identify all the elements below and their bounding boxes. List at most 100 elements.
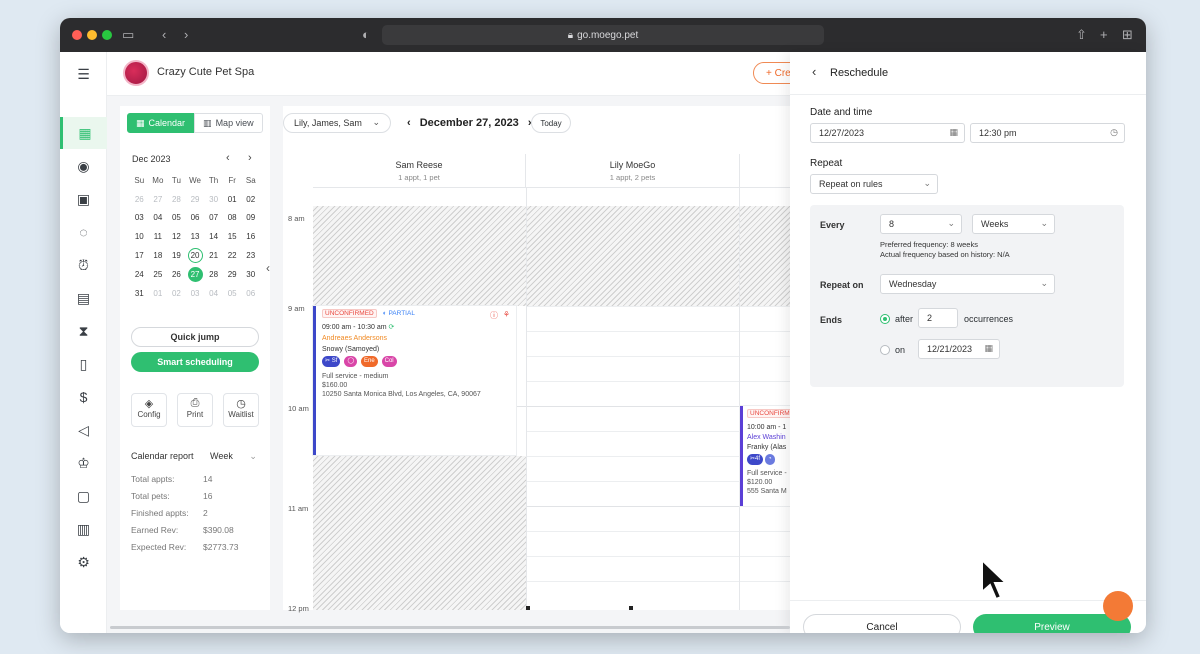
calendar-day[interactable]: 06 (241, 289, 260, 298)
calendar-day[interactable]: 10 (130, 232, 149, 241)
calendar-day[interactable]: 04 (204, 289, 223, 298)
menu-icon[interactable]: ☰ (60, 58, 107, 90)
reminders-nav-icon[interactable]: ⏰︎ (60, 249, 107, 281)
calendar-day[interactable]: 01 (223, 195, 242, 204)
calendar-day[interactable]: 08 (223, 213, 242, 222)
calendar-day[interactable]: 11 (149, 232, 168, 241)
calendar-day[interactable]: 31 (130, 289, 149, 298)
calendar-day[interactable]: 18 (149, 251, 168, 260)
payments-nav-icon[interactable]: $ (60, 381, 107, 413)
quick-jump-button[interactable]: Quick jump (131, 327, 259, 347)
appointment-card[interactable]: UNCONFIRMED ◐ PARTIAL ⓘ ⚘ 09:00 am - 10:… (313, 306, 516, 455)
calendar-day[interactable]: 23 (241, 251, 260, 260)
prev-month-icon[interactable]: ‹ (226, 152, 230, 164)
close-window-button[interactable] (72, 30, 82, 40)
next-month-icon[interactable]: › (248, 152, 252, 164)
calendar-day[interactable]: 04 (149, 213, 168, 222)
repeat-on-select[interactable]: Wednesday ⌄ (880, 274, 1055, 294)
calendar-day[interactable]: 28 (204, 270, 223, 279)
calendar-nav-icon[interactable]: ▦ (60, 117, 107, 149)
calendar-day[interactable]: 22 (223, 251, 242, 260)
calendar-day[interactable]: 25 (149, 270, 168, 279)
report-period-select[interactable]: Week ⌄ (210, 451, 257, 462)
print-button[interactable]: ⎙ Print (177, 393, 213, 427)
clients-nav-icon[interactable]: ▣ (60, 183, 107, 215)
calendar-day[interactable]: 02 (167, 289, 186, 298)
calendar-day[interactable]: 03 (130, 213, 149, 222)
reports-nav-icon[interactable]: ▯ (60, 348, 107, 380)
repeat-mode-select[interactable]: Repeat on rules ⌄ (810, 174, 938, 194)
calendar-day[interactable]: 01 (149, 289, 168, 298)
calendar-day[interactable]: 28 (167, 195, 186, 204)
calendar-day[interactable]: 13 (186, 232, 205, 241)
support-chat-button[interactable] (1103, 591, 1133, 621)
waitlist-nav-icon[interactable]: ⧗ (60, 315, 107, 347)
ends-after-radio[interactable] (880, 314, 890, 324)
business-name[interactable]: Crazy Cute Pet Spa (157, 66, 254, 78)
schedule-nav-icon[interactable]: ▤ (60, 282, 107, 314)
insights-nav-icon[interactable]: ▥ (60, 513, 107, 545)
every-value-select[interactable]: 8 ⌄ (880, 214, 962, 234)
calendar-day[interactable]: 20 (186, 248, 205, 264)
calendar-day[interactable]: 17 (130, 251, 149, 260)
address-bar[interactable]: 🔒︎ go.moego.pet (382, 25, 824, 45)
map-view-button[interactable]: ▥ Map view (194, 113, 263, 133)
new-tab-icon[interactable]: + (1100, 27, 1108, 43)
calendar-day[interactable]: 26 (130, 195, 149, 204)
config-button[interactable]: ◈ Config (131, 393, 167, 427)
appointment-card[interactable]: UNCONFIRMED 10:00 am - 1 Alex Washin Fra… (740, 406, 790, 506)
calendar-day[interactable]: 06 (186, 213, 205, 222)
back-arrow-icon[interactable]: ‹ (812, 64, 816, 79)
date-field[interactable]: 12/27/2023 ▦ (810, 123, 965, 143)
prev-day-icon[interactable]: ‹ (407, 117, 411, 129)
calendar-day[interactable]: 30 (241, 270, 260, 279)
marketing-nav-icon[interactable]: ◁ (60, 414, 107, 446)
calendar-day[interactable]: 12 (167, 232, 186, 241)
time-field[interactable]: 12:30 pm ◷ (970, 123, 1125, 143)
calendar-day[interactable]: 15 (223, 232, 242, 241)
calendar-day[interactable]: 02 (241, 195, 260, 204)
calendar-day[interactable]: 19 (167, 251, 186, 260)
messages-nav-icon[interactable]: ◌ (60, 216, 107, 248)
waitlist-button[interactable]: ◷ Waitlist (223, 393, 259, 427)
pill-text: Sf (331, 358, 338, 364)
calendar-day[interactable]: 09 (241, 213, 260, 222)
collapse-sidebar-icon[interactable]: ‹ (266, 261, 270, 275)
minimize-window-button[interactable] (87, 30, 97, 40)
calendar-day[interactable]: 27 (149, 195, 168, 204)
calendar-day[interactable]: 16 (241, 232, 260, 241)
sidebar-toggle-icon[interactable]: ▭ (122, 27, 134, 43)
today-button[interactable]: Today (531, 113, 571, 133)
paw-icon: ◔ (768, 456, 772, 462)
every-unit-select[interactable]: Weeks ⌄ (972, 214, 1055, 234)
calendar-day[interactable]: 30 (204, 195, 223, 204)
calendar-view-button[interactable]: ▦ Calendar (127, 113, 195, 133)
horizontal-scrollbar[interactable] (110, 626, 790, 629)
pets-nav-icon[interactable]: ◉ (60, 150, 107, 182)
calendar-day[interactable]: 29 (186, 195, 205, 204)
calendar-day[interactable]: 29 (223, 270, 242, 279)
calendar-day[interactable]: 26 (167, 270, 186, 279)
share-icon[interactable]: ⇧ (1076, 27, 1087, 43)
calendar-day[interactable]: 14 (204, 232, 223, 241)
staff-filter-select[interactable]: Lily, James, Sam ⌄ (283, 113, 391, 133)
calendar-day[interactable]: 03 (186, 289, 205, 298)
ends-on-radio[interactable] (880, 345, 890, 355)
calendar-day[interactable]: 27 (186, 266, 205, 282)
calendar-day[interactable]: 07 (204, 213, 223, 222)
occurrences-input[interactable]: 2 (918, 308, 958, 328)
calendar-day[interactable]: 05 (223, 289, 242, 298)
calendar-day[interactable]: 21 (204, 251, 223, 260)
tab-overview-icon[interactable]: ⊞ (1122, 27, 1133, 43)
settings-nav-icon[interactable]: ⚙︎ (60, 546, 107, 578)
membership-nav-icon[interactable]: ♔ (60, 447, 107, 479)
cancel-button[interactable]: Cancel (803, 614, 961, 633)
zoom-window-button[interactable] (102, 30, 112, 40)
calendar-day[interactable]: 05 (167, 213, 186, 222)
smart-scheduling-button[interactable]: Smart scheduling (131, 352, 259, 372)
forward-icon[interactable]: › (184, 27, 188, 43)
back-icon[interactable]: ‹ (162, 27, 166, 43)
retail-nav-icon[interactable]: ▢ (60, 480, 107, 512)
end-date-field[interactable]: 12/21/2023 ▦ (918, 339, 1000, 359)
calendar-day[interactable]: 24 (130, 270, 149, 279)
